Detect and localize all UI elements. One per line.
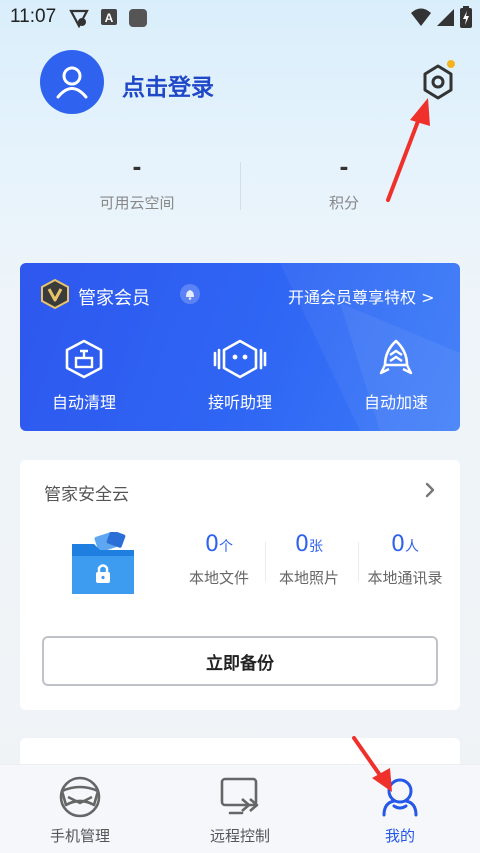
status-bar: 11:07 A: [0, 0, 480, 34]
points-stat[interactable]: - 积分: [284, 156, 404, 213]
battery-charging-icon: [460, 6, 472, 28]
feature-label: 接听助理: [207, 393, 272, 412]
tab-label: 手机管理: [49, 827, 110, 845]
cloud-space-stat[interactable]: - 可用云空间: [77, 156, 197, 213]
annotation-arrow: [352, 736, 392, 792]
card-title[interactable]: 管家安全云: [44, 480, 129, 505]
wifi-icon: [411, 8, 431, 26]
user-icon: [56, 66, 88, 99]
local-contacts-count[interactable]: 0人 本地通讯录: [350, 532, 460, 588]
app-square-icon: [129, 9, 147, 27]
count-number: 0: [391, 532, 405, 557]
avatar[interactable]: [40, 50, 104, 114]
call-assistant-icon: [213, 339, 267, 379]
login-link[interactable]: 点击登录: [122, 68, 214, 102]
count-label: 本地照片: [278, 569, 339, 587]
feature-label: 自动加速: [363, 393, 428, 412]
vip-badge-icon: [41, 279, 69, 309]
vip-upgrade-link[interactable]: 开通会员尊享特权 >: [288, 284, 435, 308]
count-unit: 张: [309, 539, 323, 555]
shield-face-icon: [59, 776, 101, 818]
stat-label: 可用云空间: [99, 194, 175, 212]
stat-label: 积分: [328, 194, 359, 212]
status-time: 11:07: [10, 6, 57, 27]
vip-card[interactable]: 管家会员 开通会员尊享特权 > 自动清理 接听助理 自动加速: [20, 263, 460, 431]
remote-screen-icon: [220, 777, 259, 815]
count-number: 0: [205, 532, 219, 557]
local-photos-count[interactable]: 0张 本地照片: [254, 532, 364, 588]
count-number: 0: [295, 532, 309, 557]
tab-remote-control[interactable]: 远程控制: [170, 775, 310, 846]
security-cloud-card: 管家安全云 0个 本地文件 0张 本地照片 0人 本地通讯录 立即备份: [20, 460, 460, 710]
feature-call-assistant[interactable]: 接听助理: [185, 339, 295, 413]
stat-value: -: [132, 156, 142, 181]
svg-text:A: A: [105, 11, 114, 25]
count-unit: 人: [405, 539, 419, 555]
feature-label: 自动清理: [51, 393, 116, 412]
auto-clean-icon: [65, 339, 103, 379]
feature-auto-accelerate[interactable]: 自动加速: [341, 339, 451, 413]
bell-icon[interactable]: [180, 284, 200, 304]
tab-label: 我的: [384, 827, 415, 845]
stat-value: -: [339, 156, 349, 181]
rocket-icon: [379, 339, 413, 375]
signal-icon: [437, 9, 454, 26]
cloud-folder-icon: [72, 532, 134, 594]
chevron-right-icon[interactable]: [424, 482, 436, 498]
vpn-key-icon: [69, 9, 89, 28]
stats-divider: [240, 162, 241, 210]
vip-title: 管家会员: [78, 288, 150, 309]
feature-auto-clean[interactable]: 自动清理: [29, 339, 139, 413]
font-a-icon: A: [101, 9, 117, 25]
backup-now-button[interactable]: 立即备份: [42, 636, 438, 686]
count-label: 本地通讯录: [367, 569, 443, 587]
tab-label: 远程控制: [209, 827, 270, 845]
tab-phone-management[interactable]: 手机管理: [10, 775, 150, 846]
bottom-tab-bar: 手机管理 远程控制 我的: [0, 764, 480, 853]
count-unit: 个: [219, 539, 233, 555]
settings-notification-dot: [447, 60, 455, 68]
